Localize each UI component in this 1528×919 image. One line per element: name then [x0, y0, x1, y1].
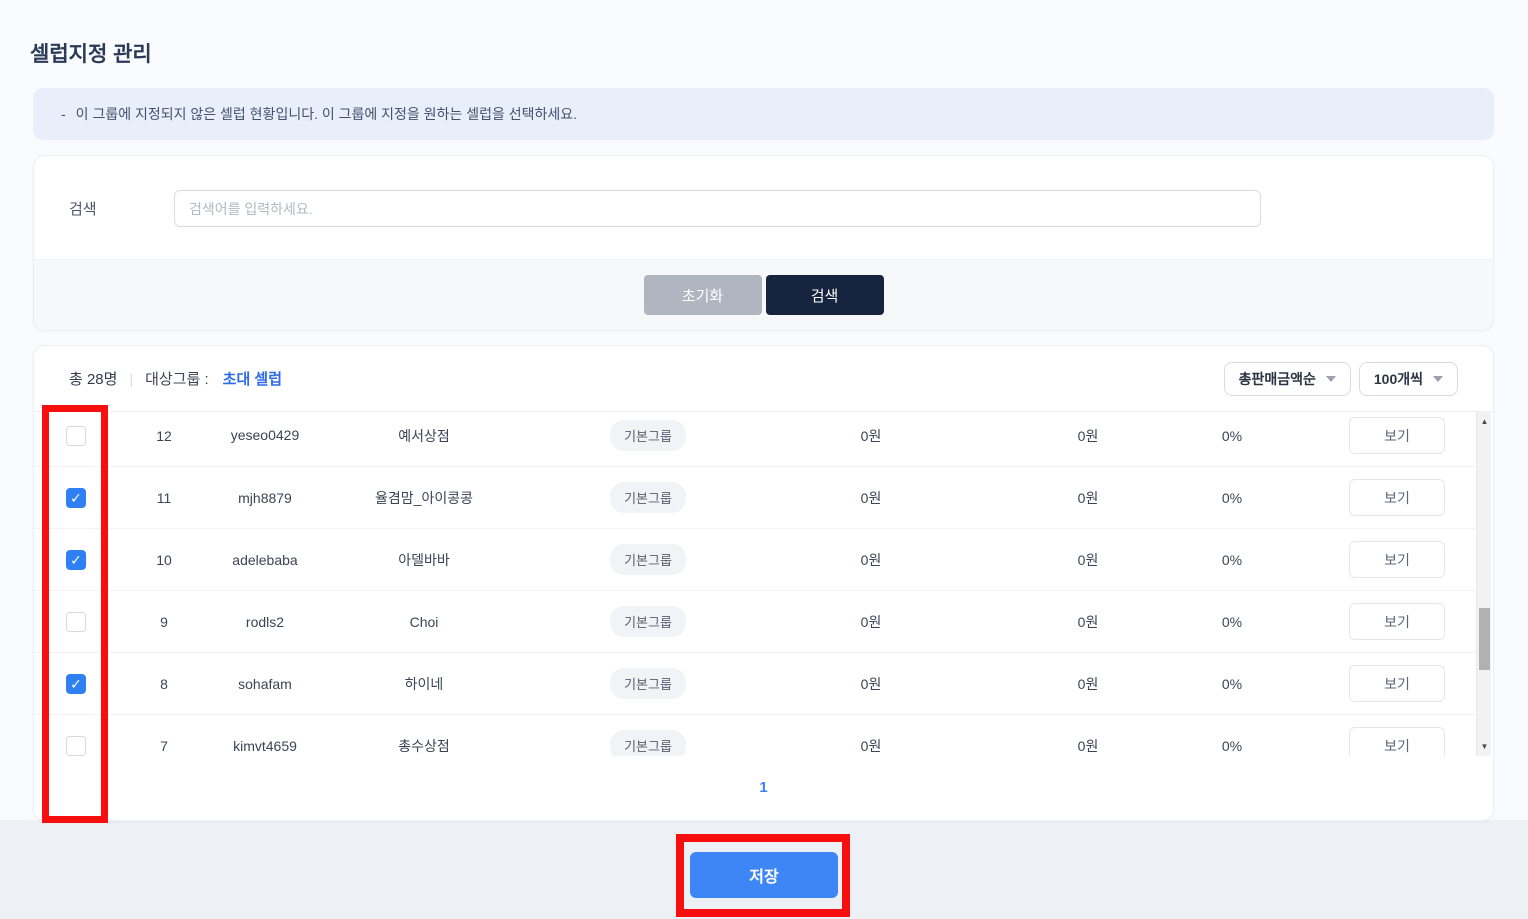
table-scrollbar[interactable]: ▲ ▼ [1476, 411, 1491, 756]
page-size-select[interactable]: 100개씩 [1358, 361, 1458, 396]
total-count: 총 28명 [69, 371, 118, 388]
member-name: 하이네 [404, 675, 444, 692]
row-number: 12 [156, 427, 172, 444]
search-footer: 초기화 검색 [34, 259, 1493, 330]
member-name: 아델바바 [398, 551, 450, 568]
check-icon: ✓ [70, 551, 82, 568]
settlement-amount: 0원 [1077, 737, 1099, 754]
row-select-checkbox[interactable]: ✓ [66, 673, 86, 694]
pagination-page-1[interactable]: 1 [759, 779, 767, 796]
settlement-amount: 0원 [1077, 489, 1099, 506]
table-row: ✓ 7 kimvt4659 총수상점 기본그룹 0원 0원 0% 보기 [34, 715, 1495, 756]
table-row: ✓ 10 adelebaba 아델바바 기본그룹 0원 0원 0% 보기 [34, 529, 1495, 591]
group-badge: 기본그룹 [610, 730, 686, 756]
rate-value: 0% [1221, 737, 1243, 754]
page-size-value: 100개씩 [1373, 370, 1423, 387]
search-button[interactable]: 검색 [765, 275, 884, 315]
table-row: ✓ 12 yeseo0429 예서상점 기본그룹 0원 0원 0% 보기 [34, 412, 1495, 467]
member-id: kimvt4659 [233, 737, 297, 754]
row-number: 11 [156, 489, 172, 506]
sort-order-select[interactable]: 총판매금액순 [1223, 361, 1351, 396]
member-id: adelebaba [232, 551, 298, 568]
search-input[interactable] [174, 190, 1261, 227]
member-name: 총수상점 [398, 737, 450, 754]
search-label: 검색 [69, 201, 97, 218]
row-number: 8 [160, 675, 168, 692]
target-group-name[interactable]: 초대 셀럽 [223, 368, 282, 389]
search-panel: 검색 초기화 검색 [33, 155, 1494, 331]
scrollbar-thumb[interactable] [1479, 608, 1490, 670]
total-sales-amount: 0원 [860, 489, 882, 506]
notice-banner: - 이 그룹에 지정되지 않은 셀럽 현황입니다. 이 그룹에 지정을 원하는 … [33, 88, 1494, 140]
member-id: yeseo0429 [230, 427, 300, 443]
sort-order-value: 총판매금액순 [1238, 370, 1316, 387]
row-select-checkbox[interactable]: ✓ [66, 487, 86, 508]
table-scroll-viewport[interactable]: ✓ 12 yeseo0429 예서상점 기본그룹 0원 0원 0% 보기 ✓ 1… [34, 411, 1495, 756]
total-sales-amount: 0원 [860, 737, 882, 754]
list-header: 총 28명 | 대상그룹 : 초대 셀럽 총판매금액순 100개씩 [34, 346, 1493, 411]
check-icon: ✓ [70, 489, 82, 506]
row-select-checkbox[interactable]: ✓ [66, 549, 86, 570]
settlement-amount: 0원 [1077, 675, 1099, 692]
group-badge: 기본그룹 [610, 606, 686, 637]
table-row: ✓ 9 rodls2 Choi 기본그룹 0원 0원 0% 보기 [34, 591, 1495, 653]
member-id: mjh8879 [238, 489, 292, 506]
member-id: sohafam [238, 675, 292, 692]
chevron-down-icon [1433, 375, 1443, 382]
view-button[interactable]: 보기 [1349, 665, 1445, 702]
row-number: 9 [160, 613, 168, 630]
pagination: 1 [34, 754, 1493, 820]
settlement-amount: 0원 [1077, 427, 1099, 444]
total-sales-amount: 0원 [860, 551, 882, 568]
row-number: 10 [156, 551, 172, 568]
row-select-checkbox[interactable]: ✓ [66, 611, 86, 632]
group-badge: 기본그룹 [610, 544, 686, 575]
meta-separator: | [129, 370, 134, 387]
total-sales-amount: 0원 [860, 613, 882, 630]
scroll-down-arrow-icon[interactable]: ▼ [1477, 738, 1492, 754]
page-title: 셀럽지정 관리 [30, 43, 152, 66]
row-select-checkbox[interactable]: ✓ [66, 735, 86, 756]
view-button[interactable]: 보기 [1349, 727, 1445, 756]
notice-text: 이 그룹에 지정되지 않은 셀럽 현황입니다. 이 그룹에 지정을 원하는 셀럽… [75, 106, 578, 122]
group-badge: 기본그룹 [610, 420, 686, 451]
member-name: 율겸맘_아이콩콩 [375, 489, 473, 506]
target-group-label: 대상그룹 : [145, 371, 209, 388]
member-name: 예서상점 [398, 427, 450, 444]
settlement-amount: 0원 [1077, 551, 1099, 568]
chevron-down-icon [1325, 375, 1336, 382]
rate-value: 0% [1221, 427, 1243, 444]
scroll-up-arrow-icon[interactable]: ▲ [1477, 413, 1492, 429]
save-button[interactable]: 저장 [690, 852, 838, 898]
row-select-checkbox[interactable]: ✓ [66, 425, 86, 446]
table-row: ✓ 11 mjh8879 율겸맘_아이콩콩 기본그룹 0원 0원 0% 보기 [34, 467, 1495, 529]
notice-bullet: - [61, 106, 66, 122]
reset-button[interactable]: 초기화 [643, 275, 762, 315]
group-badge: 기본그룹 [610, 482, 686, 513]
view-button[interactable]: 보기 [1349, 417, 1445, 454]
settlement-amount: 0원 [1077, 613, 1099, 630]
total-sales-amount: 0원 [860, 427, 882, 444]
check-icon: ✓ [70, 675, 82, 692]
celeb-list-panel: 총 28명 | 대상그룹 : 초대 셀럽 총판매금액순 100개씩 ✓ 12 y… [33, 345, 1495, 821]
rate-value: 0% [1221, 489, 1243, 506]
table-row: ✓ 8 sohafam 하이네 기본그룹 0원 0원 0% 보기 [34, 653, 1495, 715]
row-number: 7 [160, 737, 168, 754]
member-id: rodls2 [245, 613, 285, 630]
member-name: Choi [409, 613, 439, 630]
view-button[interactable]: 보기 [1349, 541, 1445, 578]
rate-value: 0% [1221, 613, 1243, 630]
rate-value: 0% [1221, 551, 1243, 568]
total-sales-amount: 0원 [860, 675, 882, 692]
group-badge: 기본그룹 [610, 668, 686, 699]
view-button[interactable]: 보기 [1349, 603, 1445, 640]
rate-value: 0% [1221, 675, 1243, 692]
view-button[interactable]: 보기 [1349, 479, 1445, 516]
